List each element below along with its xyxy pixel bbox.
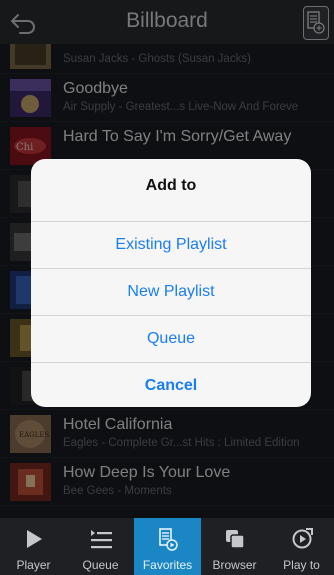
favorites-icon xyxy=(156,527,180,551)
tab-bar: Player Queue Favorites Browser Play to xyxy=(0,518,334,575)
dialog-title: Add to xyxy=(145,177,197,194)
queue-button[interactable]: Queue xyxy=(31,315,311,362)
queue-icon xyxy=(89,527,113,551)
new-playlist-button[interactable]: New Playlist xyxy=(31,268,311,315)
play-icon xyxy=(22,527,46,551)
add-to-dialog: Add to Existing Playlist New Playlist Qu… xyxy=(31,159,311,407)
tab-browser[interactable]: Browser xyxy=(201,518,268,575)
tab-player[interactable]: Player xyxy=(0,518,67,575)
browser-icon xyxy=(223,527,247,551)
tab-label: Player xyxy=(16,558,51,572)
tab-play-to[interactable]: Play to xyxy=(268,518,334,575)
tab-queue[interactable]: Queue xyxy=(67,518,134,575)
tab-label: Play to xyxy=(283,558,320,572)
existing-playlist-button[interactable]: Existing Playlist xyxy=(31,221,311,268)
tab-label: Favorites xyxy=(142,558,193,572)
cancel-button[interactable]: Cancel xyxy=(31,362,311,407)
tab-label: Queue xyxy=(82,558,119,572)
tab-label: Browser xyxy=(212,558,257,572)
play-to-icon xyxy=(290,527,314,551)
tab-favorites[interactable]: Favorites xyxy=(134,518,201,575)
